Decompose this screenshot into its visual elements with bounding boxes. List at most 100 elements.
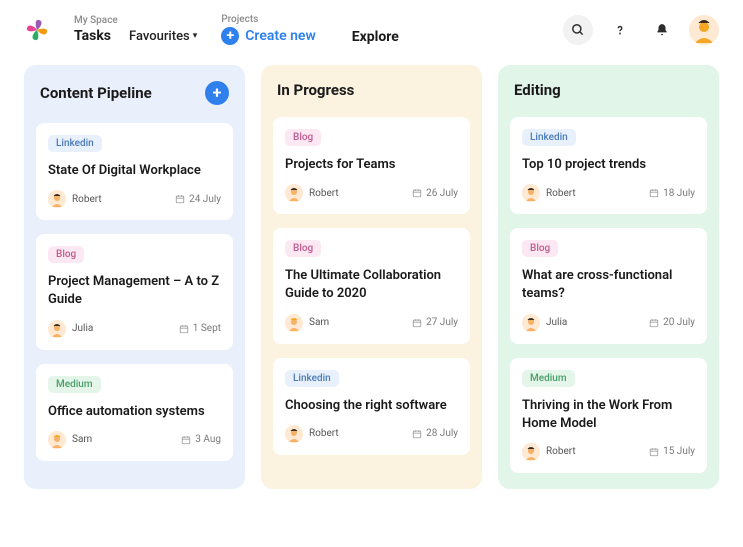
card-assignee: Robert [522, 184, 576, 202]
card[interactable]: Blog Project Management – A to Z Guide J… [36, 234, 233, 349]
avatar-icon [689, 15, 719, 45]
assignee-name: Julia [72, 323, 93, 334]
column-title: In Progress [277, 81, 354, 99]
card[interactable]: Blog The Ultimate Collaboration Guide to… [273, 228, 470, 343]
card-title: What are cross-functional teams? [522, 267, 695, 303]
card-date: 24 July [175, 194, 221, 205]
card-tag: Blog [522, 240, 558, 257]
card-date: 26 July [412, 188, 458, 199]
plus-icon: + [213, 85, 222, 101]
calendar-icon [649, 188, 659, 198]
avatar-icon [48, 431, 66, 449]
card-title: Project Management – A to Z Guide [48, 273, 221, 309]
card[interactable]: Linkedin Choosing the right software Rob… [273, 358, 470, 455]
card-footer: Julia 1 Sept [48, 320, 221, 338]
card-footer: Robert 28 July [285, 425, 458, 443]
avatar-icon [48, 320, 66, 338]
card-title: Choosing the right software [285, 397, 458, 415]
card-title: Office automation systems [48, 403, 221, 421]
header: My Space Tasks Favourites ▾ Projects + C… [0, 0, 743, 65]
assignee-name: Sam [72, 434, 92, 445]
card-assignee: Robert [48, 190, 102, 208]
column-title: Editing [514, 81, 561, 99]
card[interactable]: Medium Office automation systems Sam 3 A… [36, 364, 233, 461]
assignee-name: Robert [546, 188, 576, 199]
nav-my-space: My Space Tasks Favourites ▾ [74, 15, 197, 44]
column-header: Content Pipeline + [36, 81, 233, 109]
card-tag: Medium [522, 370, 575, 387]
assignee-name: Robert [309, 428, 339, 439]
calendar-icon [412, 188, 422, 198]
help-icon [613, 23, 627, 37]
card-assignee: Robert [522, 443, 576, 461]
column-editing: Editing Linkedin Top 10 project trends R… [498, 65, 719, 489]
card[interactable]: Blog What are cross-functional teams? Ju… [510, 228, 707, 343]
card-date: 20 July [649, 317, 695, 328]
app-logo[interactable] [24, 17, 50, 43]
user-avatar[interactable] [689, 15, 719, 45]
calendar-icon [175, 194, 185, 204]
avatar-icon [285, 425, 303, 443]
avatar-icon [48, 190, 66, 208]
card-tag: Medium [48, 376, 101, 393]
calendar-icon [181, 435, 191, 445]
card-title: The Ultimate Collaboration Guide to 2020 [285, 267, 458, 303]
card-title: State Of Digital Workplace [48, 162, 221, 180]
column-pipeline: Content Pipeline + Linkedin State Of Dig… [24, 65, 245, 489]
header-right [563, 15, 719, 45]
assignee-name: Robert [72, 194, 102, 205]
nav-tasks[interactable]: Tasks [74, 28, 111, 44]
card-date: 1 Sept [179, 323, 221, 334]
card[interactable]: Linkedin Top 10 project trends Robert 18… [510, 117, 707, 214]
card-date: 28 July [412, 428, 458, 439]
calendar-icon [179, 324, 189, 334]
avatar-icon [522, 184, 540, 202]
card-date: 18 July [649, 188, 695, 199]
search-button[interactable] [563, 15, 593, 45]
card-assignee: Robert [285, 184, 339, 202]
card[interactable]: Blog Projects for Teams Robert 26 July [273, 117, 470, 214]
add-card-button[interactable]: + [205, 81, 229, 105]
help-button[interactable] [605, 15, 635, 45]
bell-icon [655, 23, 669, 37]
card-title: Thriving in the Work From Home Model [522, 397, 695, 433]
card-footer: Sam 3 Aug [48, 431, 221, 449]
card-footer: Julia 20 July [522, 314, 695, 332]
assignee-name: Julia [546, 317, 567, 328]
avatar-icon [522, 443, 540, 461]
card-tag: Blog [285, 129, 321, 146]
avatar-icon [285, 314, 303, 332]
card-footer: Robert 24 July [48, 190, 221, 208]
card-tag: Blog [285, 240, 321, 257]
card-footer: Robert 18 July [522, 184, 695, 202]
plus-icon: + [221, 27, 239, 45]
create-new-button[interactable]: + Create new [221, 27, 316, 45]
card[interactable]: Medium Thriving in the Work From Home Mo… [510, 358, 707, 473]
kanban-board: Content Pipeline + Linkedin State Of Dig… [0, 65, 743, 513]
column-header: In Progress [273, 81, 470, 103]
calendar-icon [412, 318, 422, 328]
card-date: 27 July [412, 317, 458, 328]
column-header: Editing [510, 81, 707, 103]
card-assignee: Sam [285, 314, 329, 332]
card-title: Projects for Teams [285, 156, 458, 174]
card-footer: Sam 27 July [285, 314, 458, 332]
card-tag: Linkedin [285, 370, 339, 387]
search-icon [571, 23, 585, 37]
nav-favourites[interactable]: Favourites ▾ [129, 29, 197, 44]
card-title: Top 10 project trends [522, 156, 695, 174]
avatar-icon [285, 184, 303, 202]
card-footer: Robert 26 July [285, 184, 458, 202]
nav-explore[interactable]: Explore [352, 29, 399, 45]
calendar-icon [412, 429, 422, 439]
column-title: Content Pipeline [40, 84, 152, 102]
nav-projects: Projects + Create new [221, 14, 316, 45]
avatar-icon [522, 314, 540, 332]
notifications-button[interactable] [647, 15, 677, 45]
column-progress: In Progress Blog Projects for Teams Robe… [261, 65, 482, 489]
card[interactable]: Linkedin State Of Digital Workplace Robe… [36, 123, 233, 220]
card-tag: Linkedin [48, 135, 102, 152]
assignee-name: Robert [546, 446, 576, 457]
chevron-down-icon: ▾ [193, 31, 198, 41]
my-space-eyebrow: My Space [74, 15, 197, 26]
